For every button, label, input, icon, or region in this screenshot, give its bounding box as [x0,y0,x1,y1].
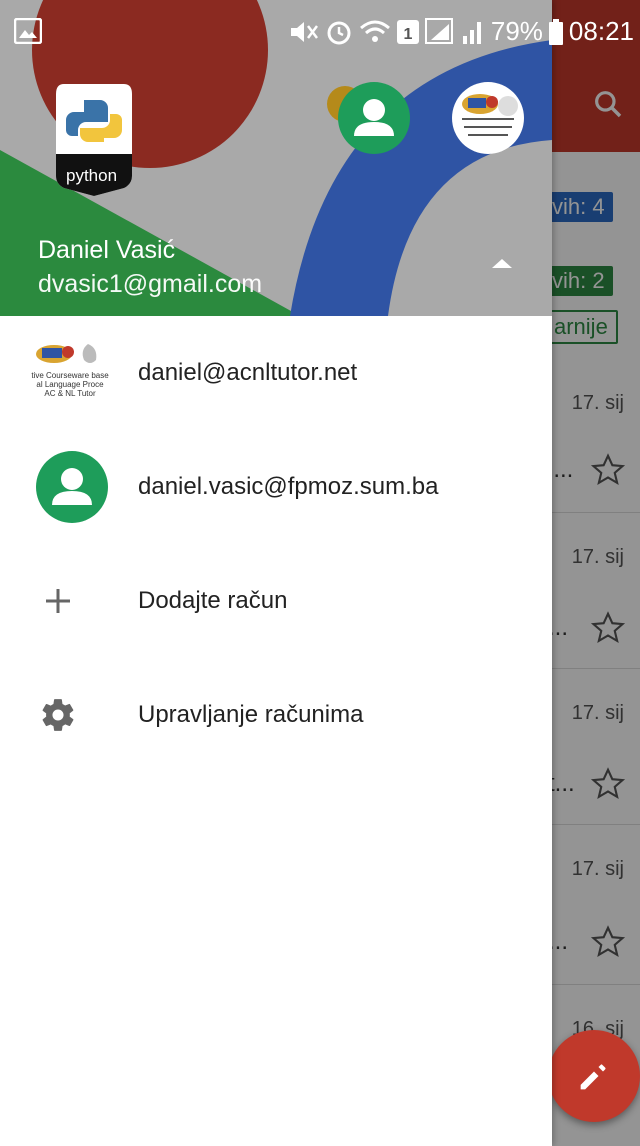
logo-caption-line: AC & NL Tutor [44,389,96,398]
python-avatar[interactable]: python [56,84,132,196]
account-list: tive Courseware base al Language Proce A… [0,316,552,772]
acnl-logo-icon [462,94,518,136]
mute-icon [290,21,318,42]
image-notification-icon [14,18,42,44]
gear-icon [28,679,88,751]
status-bar: 1 79% 08:21 [0,0,640,64]
signal-sim1-icon [424,17,453,44]
manage-accounts-button[interactable]: Upravljanje računima [0,658,552,772]
sim-1-icon: 1 [396,19,419,44]
acnl-logo-icon: tive Courseware base al Language Proce A… [30,337,110,409]
battery-icon [548,18,563,45]
account-item[interactable]: tive Courseware base al Language Proce A… [0,316,552,430]
account-email: daniel@acnltutor.net [138,359,358,386]
account-email: dvasic1@gmail.com [38,270,263,298]
account-name: Daniel Vasić [38,236,176,264]
pencil-icon [580,1064,606,1090]
battery-percent: 79% [490,16,543,46]
python-avatar-label: python [66,166,118,185]
logo-caption-line: tive Courseware base [31,371,109,380]
status-icons: 1 79% 08:21 [289,16,634,47]
account-switcher-avatar[interactable] [452,82,524,154]
wifi-icon [359,20,390,42]
account-email: daniel.vasic@fpmoz.sum.ba [138,473,439,500]
person-icon [354,99,394,136]
add-account-button[interactable]: Dodajte račun [0,544,552,658]
alarm-icon [327,21,351,44]
manage-accounts-label: Upravljanje računima [138,701,364,728]
logo-caption-line: al Language Proce [36,380,104,389]
compose-button[interactable] [548,1030,640,1122]
add-account-label: Dodajte račun [138,587,288,614]
add-icon [28,565,88,637]
person-icon [36,451,108,523]
clock: 08:21 [568,16,634,46]
collapse-accounts-icon[interactable] [488,254,516,274]
svg-text:1: 1 [403,26,412,43]
account-switcher-avatar[interactable] [338,82,410,154]
account-drawer: python Daniel Vasić dvasic1@gmail.com ti… [0,0,552,1146]
account-item[interactable]: daniel.vasic@fpmoz.sum.ba [0,430,552,544]
signal-sim2-icon [462,21,481,44]
